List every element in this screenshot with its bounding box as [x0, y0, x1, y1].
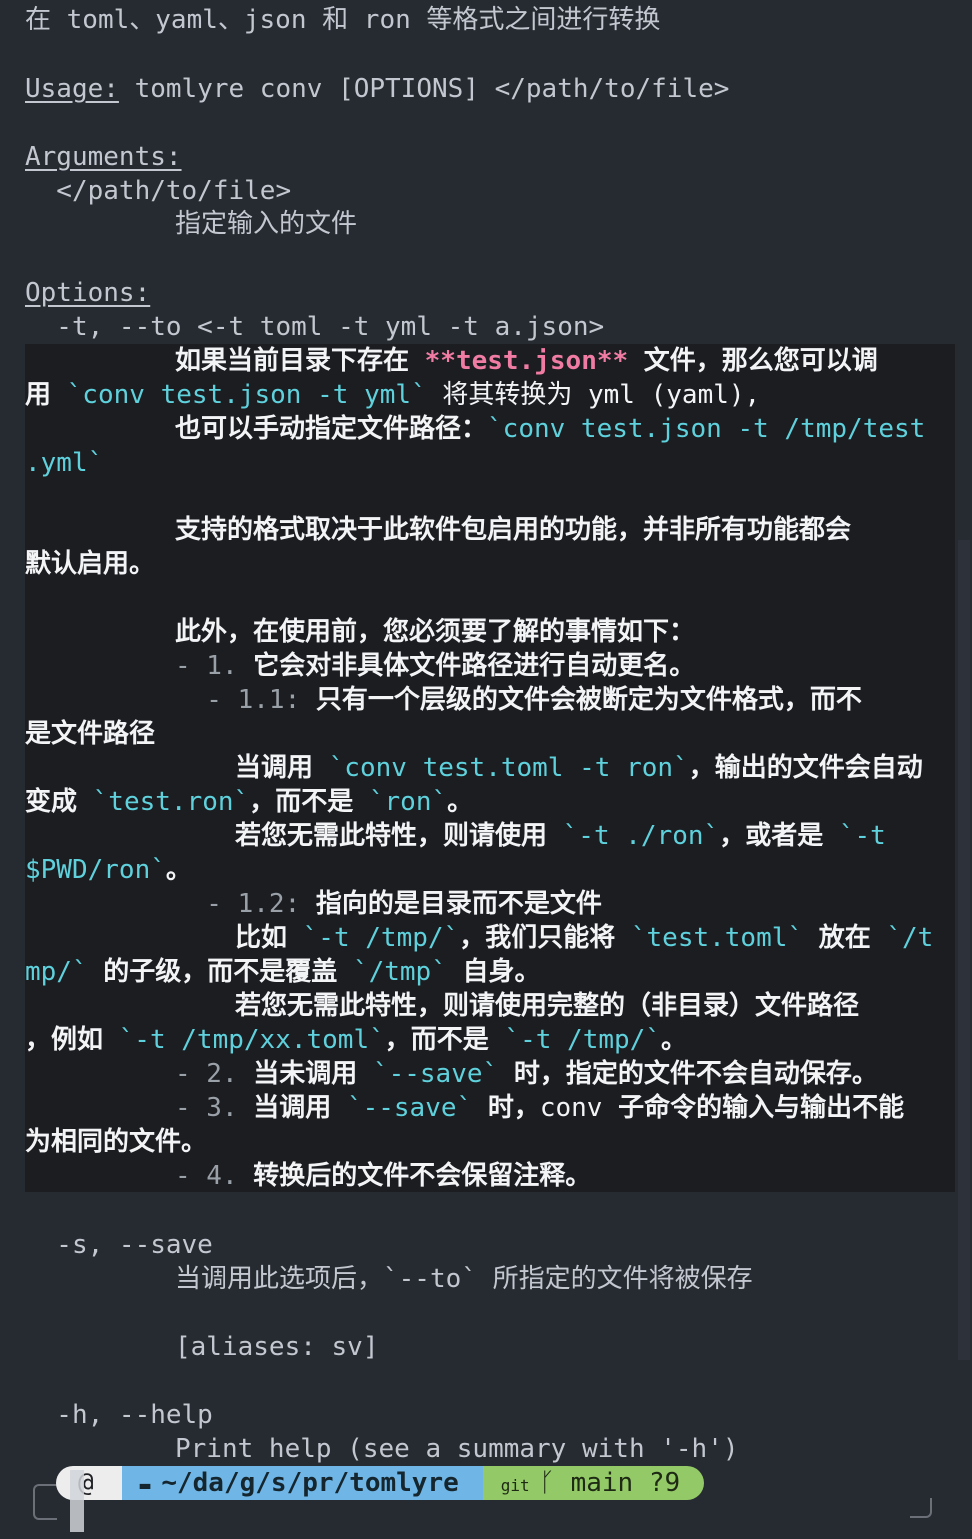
usage-text: tomlyre conv [OPTIONS] </path/to/file> — [118, 74, 730, 104]
option-save-flag: -s, --save — [25, 1230, 213, 1260]
prompt-right-bracket — [910, 1498, 932, 1518]
prompt-left-bracket — [33, 1484, 57, 1520]
usage-label: Usage: — [25, 74, 119, 104]
scrollbar[interactable] — [958, 540, 970, 1360]
options-heading: Options: — [25, 278, 151, 308]
prompt-os-segment: @ — [56, 1466, 122, 1500]
help-description: Print help (see a summary with '-h') — [175, 1434, 739, 1464]
git-branch: main — [570, 1468, 634, 1498]
save-description: 当调用此选项后，`--to` 所指定的文件将被保存 — [175, 1264, 753, 1294]
git-icon: git — [500, 1476, 540, 1495]
to-desc-line: 支持的格式取决于此软件包启用的功能，并非所有功能都会 — [175, 515, 852, 545]
to-desc-line: - 1. 它会对非具体文件路径进行自动更名。 — [175, 651, 696, 681]
to-desc-line: 此外，在使用前，您必须要了解的事情如下： — [175, 617, 696, 647]
save-aliases: [aliases: sv] — [175, 1332, 379, 1362]
option-help-flag: -h, --help — [25, 1400, 213, 1430]
prompt-path: ~/da/g/s/pr/tomlyre — [161, 1468, 459, 1498]
to-desc-line: 默认启用。 — [25, 549, 156, 579]
terminal-cursor — [70, 1470, 84, 1532]
to-desc-line: 是文件路径 — [25, 719, 156, 749]
command-description: 在 toml、yaml、json 和 ron 等格式之间进行转换 — [25, 5, 661, 35]
to-desc-line: - 4. 转换后的文件不会保留注释。 — [175, 1161, 592, 1191]
to-desc-line: 变成 `test.ron`，而不是 `ron`。 — [25, 787, 474, 817]
to-desc-line: - 1.1: 只有一个层级的文件会被断定为文件格式，而不 — [175, 685, 862, 715]
to-desc-line: 为相同的文件。 — [25, 1127, 208, 1157]
folder-icon: ▬ — [139, 1475, 162, 1496]
argument-description: 指定输入的文件 — [175, 209, 358, 239]
to-desc-line: 如果当前目录下存在 **test.json** 文件，那么您可以调 — [175, 346, 878, 376]
usage-line: Usage: tomlyre conv [OPTIONS] </path/to/… — [25, 72, 729, 106]
to-desc-line: 若您无需此特性，则请使用 `-t ./ron`，或者是 `-t — [235, 821, 886, 851]
prompt-path-segment: ▬ ~/da/g/s/pr/tomlyre — [121, 1466, 483, 1500]
to-desc-line: - 2. 当未调用 `--save` 时，指定的文件不会自动保存。 — [175, 1059, 878, 1089]
to-desc-line: 若您无需此特性，则请使用完整的（非目录）文件路径 — [235, 991, 860, 1021]
to-desc-line: mp/` 的子级，而不是覆盖 `/tmp` 自身。 — [25, 957, 541, 987]
to-desc-line: - 1.2: 指向的是目录而不是文件 — [175, 889, 602, 919]
prompt-git-segment: git ᚴ main ?9 — [482, 1466, 705, 1500]
option-to-flag: -t, --to <-t toml -t yml -t a.json> — [25, 312, 605, 342]
to-desc-line: 比如 `-t /tmp/`，我们只能将 `test.toml` 放在 `/t — [235, 923, 934, 953]
to-desc-line: ，例如 `-t /tmp/xx.toml`，而不是 `-t /tmp/`。 — [25, 1025, 687, 1055]
to-desc-line: $PWD/ron`。 — [25, 855, 192, 885]
shell-prompt: @ ▬ ~/da/g/s/pr/tomlyre git ᚴ main ?9 — [56, 1466, 705, 1500]
to-desc-line: 当调用 `conv test.toml -t ron`，输出的文件会自动 — [235, 753, 923, 783]
to-desc-line: 用 `conv test.json -t yml` 将其转换为 yml (yam… — [25, 380, 761, 410]
argument-name: </path/to/file> — [25, 176, 292, 206]
to-desc-line: 也可以手动指定文件路径：`conv test.json -t /tmp/test — [175, 414, 926, 444]
to-desc-line: .yml` — [25, 448, 104, 478]
to-desc-line: - 3. 当调用 `--save` 时，conv 子命令的输入与输出不能 — [175, 1093, 905, 1123]
branch-icon: ᚴ — [539, 1468, 571, 1498]
arguments-heading: Arguments: — [25, 142, 182, 172]
git-status: ?9 — [648, 1468, 681, 1498]
